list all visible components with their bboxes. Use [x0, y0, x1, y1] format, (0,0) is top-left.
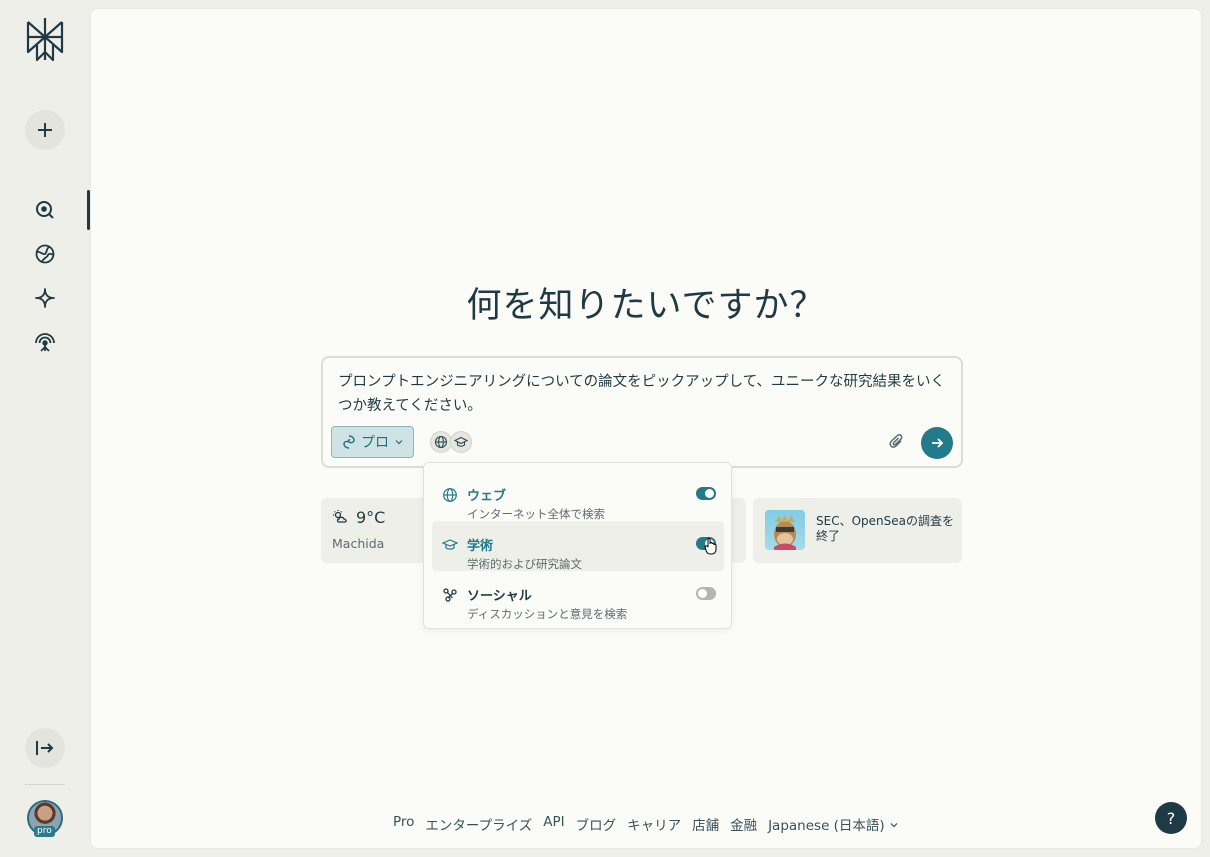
source-option-social[interactable]: ソーシャル ディスカッションと意見を検索 — [432, 571, 724, 621]
weather-city: Machida — [332, 536, 385, 551]
pro-badge: pro — [34, 826, 55, 837]
footer-link-api[interactable]: API — [543, 814, 564, 834]
weather-card[interactable]: 9°C Machida — [321, 498, 431, 563]
news-thumbnail — [765, 510, 805, 550]
graduation-cap-icon — [454, 436, 468, 447]
globe-icon — [443, 488, 457, 502]
attach-file-button[interactable] — [888, 433, 908, 453]
sidebar: pro — [0, 0, 90, 857]
spaces-nav-button[interactable] — [33, 286, 57, 310]
source-title: ソーシャル — [467, 589, 532, 604]
library-nav-button[interactable] — [33, 330, 57, 354]
new-thread-button[interactable] — [25, 110, 65, 150]
plus-icon — [38, 123, 52, 137]
submit-button[interactable] — [921, 427, 953, 459]
hand-cursor-icon — [704, 537, 717, 555]
pro-mode-label: プロ — [361, 435, 389, 451]
expand-sidebar-button[interactable] — [25, 728, 65, 768]
help-button[interactable]: ? — [1155, 802, 1187, 834]
news-title: SEC、OpenSeaの調査を終了 — [816, 514, 954, 543]
news-card[interactable]: SEC、OpenSeaの調査を終了 — [753, 498, 962, 563]
chevron-down-icon — [395, 440, 403, 445]
search-input[interactable]: プロンプトエンジニアリングについての論文をピックアップして、ユニークな研究結果を… — [338, 370, 948, 418]
pro-mode-dropdown[interactable]: プロ — [331, 426, 414, 458]
sources-selector[interactable] — [430, 431, 472, 453]
search-nav-button[interactable] — [33, 198, 57, 222]
source-toggle-social[interactable] — [696, 587, 716, 600]
source-title: ウェブ — [467, 489, 507, 504]
perplexity-logo-icon[interactable] — [24, 16, 66, 62]
sidebar-divider — [25, 784, 65, 785]
footer-link-pro[interactable]: Pro — [393, 814, 414, 834]
arrow-right-icon — [932, 438, 944, 448]
footer-link-careers[interactable]: キャリア — [627, 814, 681, 834]
footer-link-blog[interactable]: ブログ — [576, 814, 617, 834]
main-panel: 何を知りたいですか？ プロンプトエンジニアリングについての論文をピックアップして… — [90, 8, 1202, 849]
source-description: 学術的および研究論文 — [467, 557, 582, 571]
search-icon — [36, 201, 54, 219]
source-option-web[interactable]: ウェブ インターネット全体で検索 — [432, 471, 724, 521]
broadcast-icon — [35, 333, 55, 352]
sources-menu: ウェブ インターネット全体で検索 学術 学術的および研究論文 ソーシャル ディス… — [423, 462, 732, 629]
discover-nav-button[interactable] — [33, 242, 57, 266]
language-selector[interactable]: Japanese (日本語) — [768, 814, 899, 834]
source-description: インターネット全体で検索 — [467, 507, 605, 521]
globe-icon — [434, 435, 448, 449]
sparkle-icon — [35, 288, 55, 308]
page-title: 何を知りたいですか？ — [466, 286, 826, 326]
footer-link-finance[interactable]: 金融 — [730, 814, 757, 834]
footer-link-enterprise[interactable]: エンタープライズ — [425, 814, 532, 834]
globe-icon — [35, 244, 55, 264]
web-source-chip[interactable] — [430, 431, 452, 453]
search-input-box[interactable]: プロンプトエンジニアリングについての論文をピックアップして、ユニークな研究結果を… — [321, 356, 963, 468]
source-description: ディスカッションと意見を検索 — [467, 607, 628, 621]
arrow-right-to-bar-icon — [36, 741, 54, 755]
source-toggle-web[interactable] — [696, 487, 716, 500]
network-icon — [443, 588, 457, 602]
footer-link-store[interactable]: 店舗 — [692, 814, 719, 834]
graduation-cap-icon — [442, 539, 458, 550]
partly-cloudy-icon — [333, 510, 347, 523]
chevron-down-icon — [890, 823, 898, 828]
pro-spiral-icon — [343, 435, 355, 449]
paperclip-icon — [889, 434, 903, 448]
source-option-academic[interactable]: 学術 学術的および研究論文 — [432, 521, 724, 571]
academic-source-chip[interactable] — [450, 431, 472, 453]
footer: Pro エンタープライズ API ブログ キャリア 店舗 金融 Japanese… — [91, 814, 1201, 834]
language-label: Japanese (日本語) — [768, 818, 885, 834]
weather-temperature: 9°C — [356, 508, 386, 527]
source-title: 学術 — [467, 539, 494, 554]
